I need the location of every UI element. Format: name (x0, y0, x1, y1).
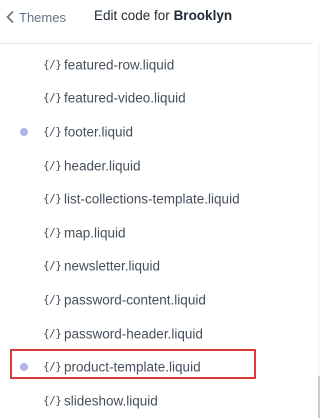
back-to-themes-link[interactable]: Themes (6, 8, 66, 26)
page-title: Edit code for Brooklyn (94, 8, 232, 23)
file-item-password-header[interactable]: {/} password-header.liquid (0, 317, 313, 351)
file-item-header[interactable]: {/} header.liquid (0, 149, 313, 183)
file-name: product-template.liquid (64, 359, 201, 375)
file-item-product-template[interactable]: {/} product-template.liquid (0, 350, 313, 384)
file-name: header.liquid (64, 158, 141, 174)
liquid-file-icon: {/} (43, 124, 62, 138)
file-item-featured-video[interactable]: {/} featured-video.liquid (0, 82, 313, 116)
liquid-file-icon: {/} (43, 393, 62, 407)
file-name: map.liquid (64, 225, 126, 241)
file-name: featured-video.liquid (64, 90, 186, 106)
page-title-prefix: Edit code for (94, 8, 170, 23)
editor-header: Themes Edit code for Brooklyn (0, 0, 313, 44)
theme-name: Brooklyn (173, 8, 233, 23)
file-item-footer[interactable]: {/} footer.liquid (0, 115, 313, 149)
liquid-file-icon: {/} (43, 225, 62, 239)
file-item-list-collections-template[interactable]: {/} list-collections-template.liquid (0, 182, 313, 216)
liquid-file-icon: {/} (43, 57, 62, 71)
chevron-left-icon (6, 11, 14, 23)
file-item-password-content[interactable]: {/} password-content.liquid (0, 283, 313, 317)
liquid-file-icon: {/} (43, 259, 62, 273)
file-name: password-header.liquid (64, 326, 203, 342)
liquid-file-icon: {/} (43, 192, 62, 206)
modified-dot-icon (20, 363, 28, 372)
file-item-newsletter[interactable]: {/} newsletter.liquid (0, 250, 313, 284)
file-name: list-collections-template.liquid (64, 191, 240, 207)
modified-dot-icon (20, 127, 28, 136)
file-name: password-content.liquid (64, 292, 206, 308)
section-file-list: {/} featured-row.liquid {/} featured-vid… (0, 48, 313, 418)
file-name: featured-row.liquid (64, 57, 175, 73)
back-link-label: Themes (19, 9, 66, 25)
file-name: newsletter.liquid (64, 258, 161, 274)
liquid-file-icon: {/} (43, 292, 62, 306)
file-name: footer.liquid (64, 124, 134, 140)
liquid-file-icon: {/} (43, 326, 62, 340)
file-item-map[interactable]: {/} map.liquid (0, 216, 313, 250)
liquid-file-icon: {/} (43, 91, 62, 105)
file-item-featured-row[interactable]: {/} featured-row.liquid (0, 48, 313, 82)
file-item-slideshow[interactable]: {/} slideshow.liquid (0, 384, 313, 418)
file-name: slideshow.liquid (64, 393, 158, 409)
liquid-file-icon: {/} (43, 158, 62, 172)
liquid-file-icon: {/} (43, 360, 62, 374)
